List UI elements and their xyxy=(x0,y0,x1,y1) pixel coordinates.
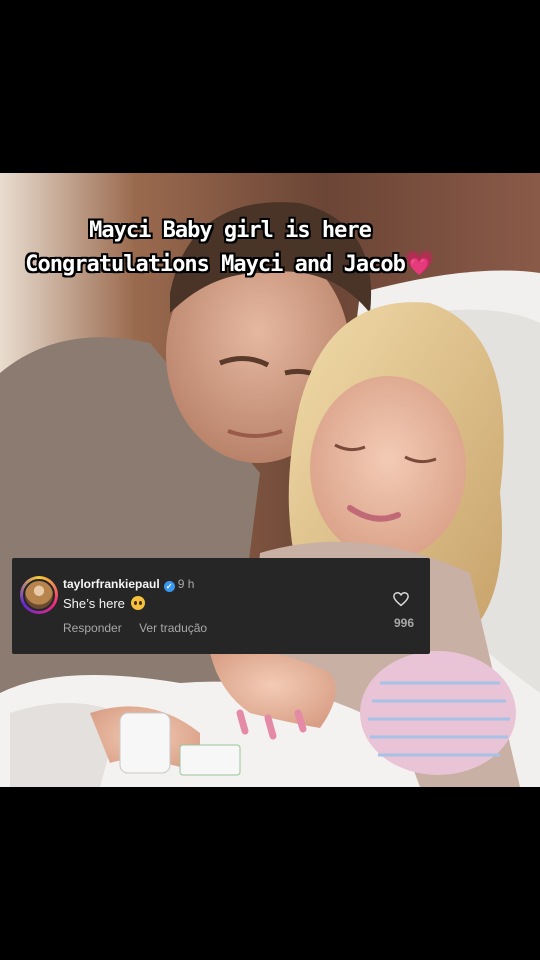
username[interactable]: taylorfrankiepaul xyxy=(63,577,160,591)
caption-line-2-text: Congratulations Mayci and Jacob xyxy=(25,252,406,277)
verified-badge-icon: ✓ xyxy=(163,581,175,592)
translate-button[interactable]: Ver tradução xyxy=(139,621,207,635)
heart-outline-icon[interactable] xyxy=(392,590,410,608)
pink-heart-emoji: 💗 xyxy=(404,249,435,277)
comment-time: 9 h xyxy=(177,577,195,591)
reply-button[interactable]: Responder xyxy=(63,621,122,635)
story-ring[interactable] xyxy=(20,576,58,614)
comment-actions: Responder Ver tradução xyxy=(63,621,221,635)
comment-card: taylorfrankiepaul ✓ 9 h She’s here Respond… xyxy=(12,558,430,654)
pleading-face-emoji-icon xyxy=(130,596,145,610)
photo-caption: Mayci Baby girl is here Congratulations … xyxy=(0,214,460,281)
caption-line-1: Mayci Baby girl is here xyxy=(89,218,372,243)
comment-body: She’s here xyxy=(63,596,145,611)
caption-line-2: Congratulations Mayci and Jacob💗 xyxy=(0,247,460,281)
comment-text: She’s here xyxy=(63,596,125,611)
avatar[interactable] xyxy=(23,579,55,611)
comment-header: taylorfrankiepaul ✓ 9 h xyxy=(63,577,194,592)
like-count: 996 xyxy=(393,616,414,630)
